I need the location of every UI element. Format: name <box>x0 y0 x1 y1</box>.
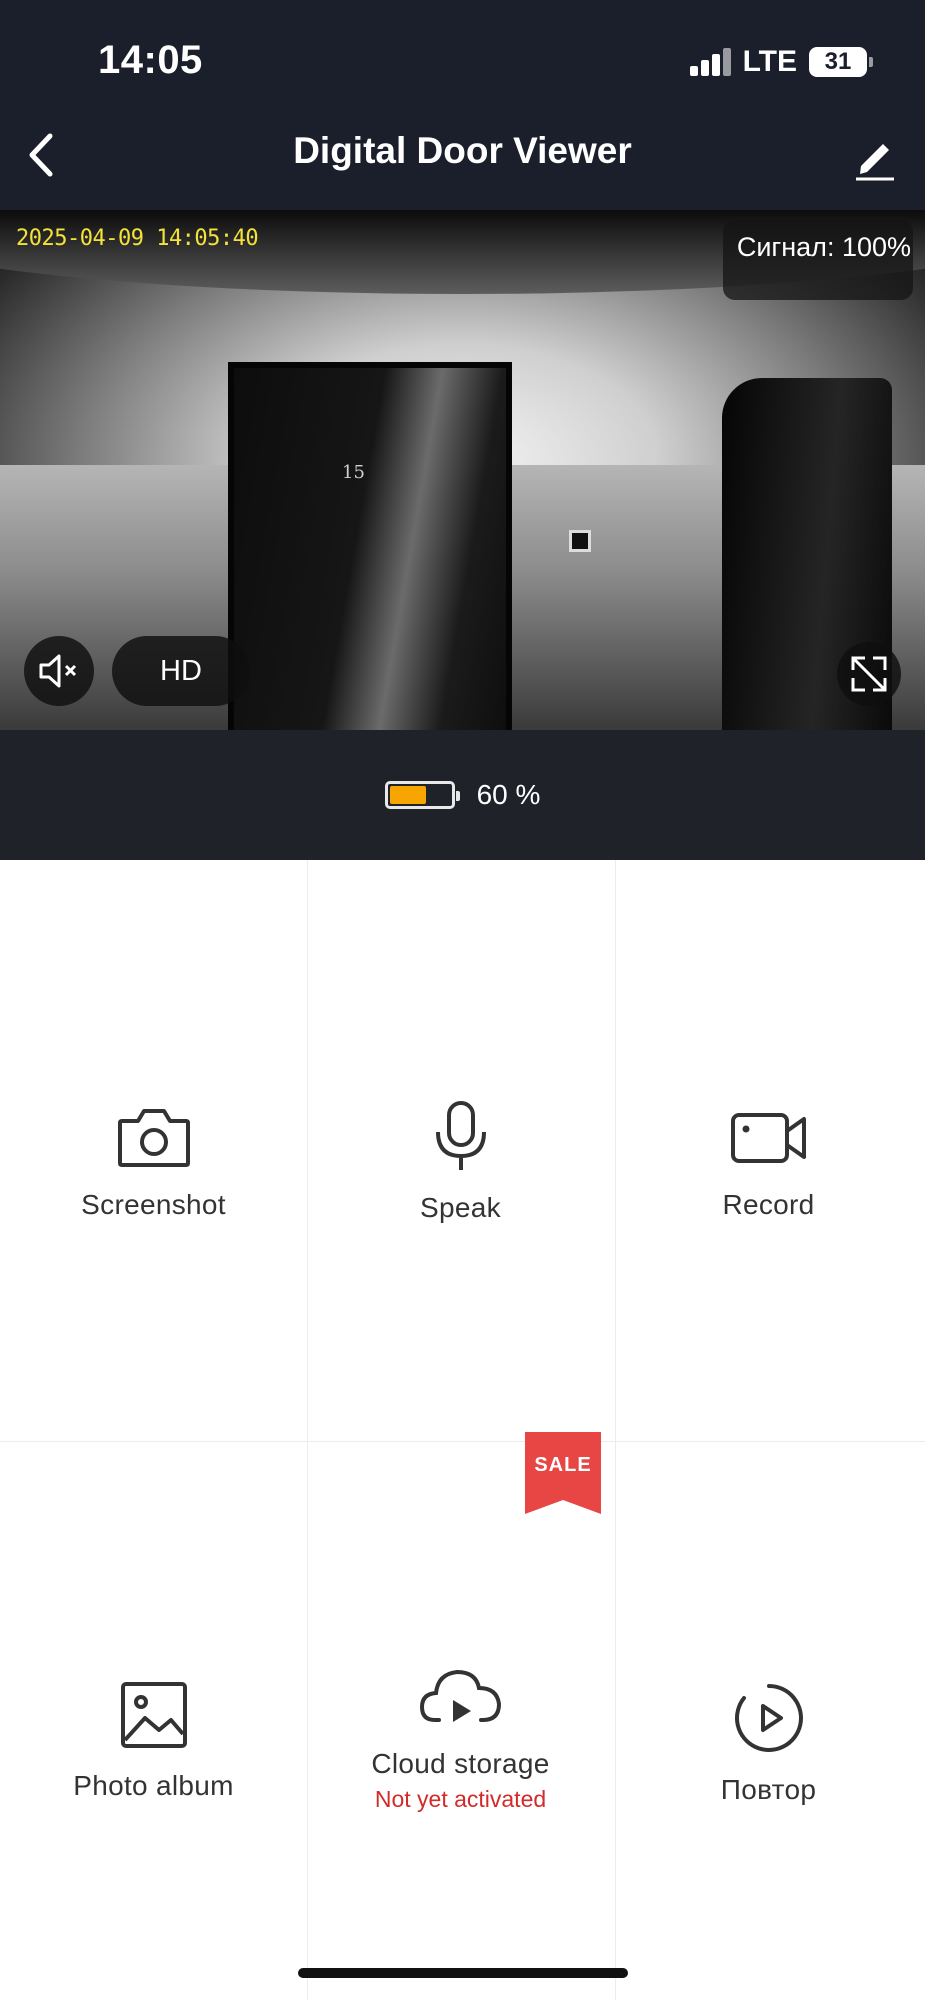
door-number: 15 <box>342 462 365 483</box>
video-camera-icon <box>730 1113 806 1163</box>
battery-strip: 60 % <box>0 730 925 860</box>
mute-button[interactable] <box>24 636 94 706</box>
page-title: Digital Door Viewer <box>293 130 632 171</box>
replay-icon <box>734 1684 803 1752</box>
image-icon <box>120 1682 187 1748</box>
photo-album-label: Photo album <box>73 1770 234 1801</box>
cloud-storage-status: Not yet activated <box>374 1786 547 1812</box>
video-door-left: 15 <box>228 362 512 730</box>
video-timestamp: 2025-04-09 14:05:40 <box>16 226 259 251</box>
cellular-signal-icon <box>689 48 731 76</box>
battery-label: 60 % <box>476 779 541 810</box>
video-feed[interactable]: 15 2025-04-09 14:05:40 Сигнал: 100% HD <box>0 210 925 730</box>
sale-badge-label: SALE <box>534 1454 592 1476</box>
fullscreen-icon <box>851 656 887 692</box>
quality-toggle-button[interactable]: HD <box>112 636 250 706</box>
cloud-storage-button[interactable]: Cloud storage Not yet activated <box>307 1666 614 1813</box>
record-button[interactable]: Record <box>615 1107 922 1221</box>
battery-status-level: 31 <box>824 48 852 75</box>
battery-fill <box>389 786 426 804</box>
fullscreen-button[interactable] <box>837 642 901 706</box>
replay-button[interactable]: Повтор <box>615 1682 922 1806</box>
camera-icon <box>117 1109 190 1167</box>
status-time: 14:05 <box>98 38 203 82</box>
home-indicator[interactable] <box>298 1968 628 1978</box>
photo-album-button[interactable]: Photo album <box>0 1680 307 1802</box>
record-label: Record <box>722 1189 815 1220</box>
action-grid: Screenshot Speak Record Photo album SALE <box>0 860 925 2000</box>
grid-divider <box>307 860 308 2000</box>
speak-label: Speak <box>420 1192 501 1223</box>
screenshot-label: Screenshot <box>81 1189 226 1220</box>
speaker-muted-icon <box>39 654 77 688</box>
signal-strength-badge: Сигнал: 100% <box>723 220 913 300</box>
pencil-icon <box>856 144 894 181</box>
battery-status-icon: 31 <box>809 47 873 77</box>
network-type: LTE <box>742 45 797 78</box>
grid-divider <box>615 860 616 2000</box>
replay-label: Повтор <box>720 1774 817 1805</box>
sale-badge: SALE <box>521 1432 605 1518</box>
cloud-play-icon <box>419 1669 501 1722</box>
top-bar: 14:05 LTE 31 Digital Door Viewer <box>0 0 925 210</box>
status-indicators: LTE 31 <box>689 44 873 80</box>
speak-button[interactable]: Speak <box>307 1100 614 1224</box>
grid-divider <box>0 1441 925 1442</box>
signal-strength-text: Сигнал: 100% <box>736 232 911 262</box>
quality-label: HD <box>160 654 202 687</box>
microphone-icon <box>435 1101 486 1170</box>
screenshot-button[interactable]: Screenshot <box>0 1105 307 1221</box>
cloud-storage-label: Cloud storage <box>371 1748 550 1779</box>
edit-button[interactable] <box>853 134 897 182</box>
video-light-switch <box>569 530 591 552</box>
battery-icon <box>384 781 460 809</box>
